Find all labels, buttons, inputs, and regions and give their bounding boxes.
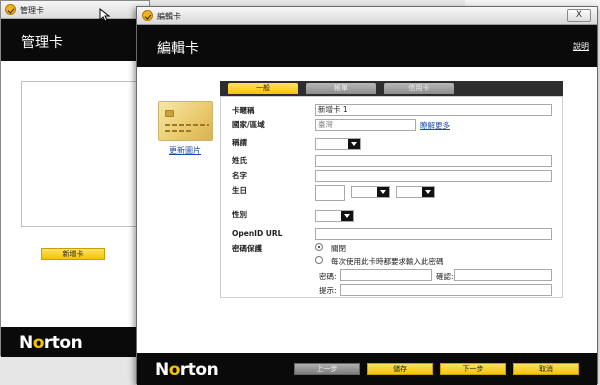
- close-button[interactable]: X: [567, 9, 591, 22]
- gender-label: 性別: [232, 210, 247, 219]
- help-link[interactable]: 說明: [573, 41, 589, 52]
- norton-logo: Norton: [19, 333, 83, 353]
- country-field: 臺灣: [315, 119, 416, 131]
- norton-logo-n: N: [155, 360, 169, 380]
- confirm-password-input[interactable]: [454, 269, 552, 281]
- update-image-link[interactable]: 更新圖片: [169, 145, 201, 156]
- norton-app-icon: [5, 4, 16, 15]
- learn-more-link[interactable]: 瞭解更多: [420, 120, 450, 131]
- manage-cards-window: 管理卡 管理卡 新增卡 Norton: [0, 0, 150, 357]
- chevron-down-icon: [377, 187, 389, 197]
- mouse-cursor-icon: [99, 8, 111, 22]
- card-number-graphic: [165, 124, 209, 126]
- card-name-input[interactable]: 新增卡 1: [315, 104, 552, 116]
- card-list[interactable]: [21, 81, 139, 227]
- norton-logo-rest: rton: [179, 360, 219, 380]
- norton-logo-o: o: [168, 360, 181, 380]
- norton-logo: Norton: [155, 360, 219, 380]
- tab-general[interactable]: 一般: [228, 83, 298, 94]
- chevron-down-icon: [422, 187, 434, 197]
- birthday-day-select[interactable]: [396, 186, 435, 198]
- manage-cards-heading: 管理卡: [21, 35, 63, 51]
- country-label: 國家/區域: [232, 120, 265, 129]
- norton-logo-rest: rton: [43, 333, 83, 353]
- manage-cards-window-title: 管理卡: [20, 6, 44, 15]
- title-label: 稱謂: [232, 138, 247, 147]
- gender-select[interactable]: [315, 210, 354, 222]
- card-chip-icon: [165, 110, 174, 117]
- cancel-button[interactable]: 取消: [513, 363, 579, 375]
- birthday-month-select[interactable]: [351, 186, 390, 198]
- manage-cards-footer: Norton: [1, 327, 149, 357]
- tab-credit-card[interactable]: 信用卡: [384, 83, 454, 94]
- tab-bar: 一般 帳單 信用卡: [220, 81, 563, 96]
- norton-logo-o: o: [32, 333, 45, 353]
- edit-card-window-title: 編輯卡: [157, 12, 181, 21]
- card-name-label: 卡暱稱: [232, 106, 255, 115]
- openid-label: OpenID URL: [232, 229, 283, 238]
- hint-input[interactable]: [340, 284, 552, 296]
- tab-billing[interactable]: 帳單: [306, 83, 376, 94]
- norton-logo-n: N: [19, 333, 33, 353]
- radio-ask-password-label: 每次使用此卡時都要求輸入此密碼: [331, 257, 444, 266]
- radio-off-label: 關閉: [331, 244, 346, 253]
- password-input[interactable]: [340, 269, 432, 281]
- last-name-label: 姓氏: [232, 156, 247, 165]
- radio-off[interactable]: [315, 243, 323, 251]
- hint-label: 提示:: [319, 286, 337, 295]
- birthday-year-input[interactable]: [315, 185, 345, 201]
- openid-input[interactable]: [315, 228, 552, 240]
- radio-ask-password[interactable]: [315, 256, 323, 264]
- next-button[interactable]: 下一步: [440, 363, 506, 375]
- norton-app-icon: [142, 10, 153, 21]
- back-button[interactable]: 上一步: [294, 363, 360, 375]
- birthday-label: 生日: [232, 186, 247, 195]
- card-image: [158, 101, 213, 141]
- title-select[interactable]: [315, 138, 361, 150]
- manage-cards-titlebar[interactable]: 管理卡: [1, 1, 149, 19]
- last-name-input[interactable]: [315, 155, 552, 167]
- password-protect-label: 密碼保護: [232, 244, 262, 253]
- first-name-input[interactable]: [315, 170, 552, 182]
- edit-card-titlebar[interactable]: 編輯卡 X: [137, 7, 597, 25]
- password-label: 密碼:: [319, 272, 337, 281]
- edit-card-header: 編輯卡 說明: [137, 25, 597, 67]
- general-form: 卡暱稱 新增卡 1 國家/區域 臺灣 瞭解更多 稱謂 姓氏 名字 生日 性別 O…: [220, 96, 563, 298]
- chevron-down-icon: [341, 211, 353, 221]
- save-button[interactable]: 儲存: [367, 363, 433, 375]
- manage-cards-header: 管理卡: [1, 19, 149, 61]
- chevron-down-icon: [348, 139, 360, 149]
- first-name-label: 名字: [232, 171, 247, 180]
- edit-card-footer: Norton 上一步 儲存 下一步 取消: [137, 353, 597, 385]
- add-card-button[interactable]: 新增卡: [41, 248, 105, 260]
- edit-card-heading: 編輯卡: [157, 41, 199, 57]
- confirm-label: 確認:: [436, 272, 454, 281]
- edit-card-dialog: 編輯卡 X 編輯卡 說明 更新圖片 一般 帳單 信用卡 卡暱稱 新增卡 1 國家…: [136, 6, 598, 385]
- card-number-graphic: [165, 130, 193, 132]
